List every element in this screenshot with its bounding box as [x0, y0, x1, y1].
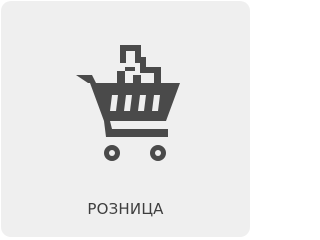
shopping-cart-with-boxes-icon [76, 45, 180, 161]
tile-label: РОЗНИЦА [87, 200, 164, 218]
retail-tile[interactable]: РОЗНИЦА [1, 1, 250, 237]
